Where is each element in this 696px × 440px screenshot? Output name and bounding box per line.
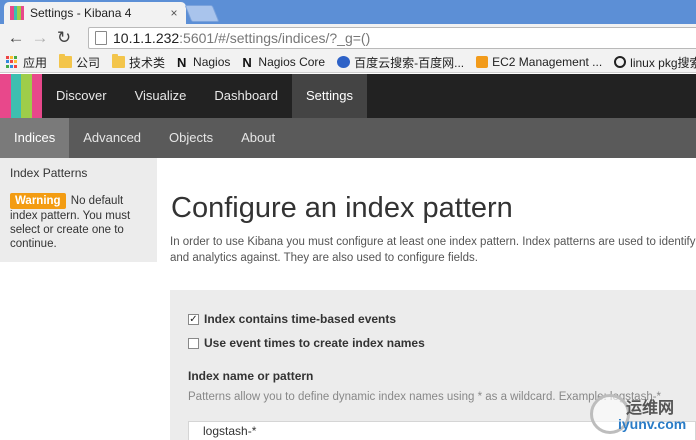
forward-button[interactable]: → xyxy=(28,26,52,50)
tab-advanced[interactable]: Advanced xyxy=(69,118,155,158)
nagios-icon: N xyxy=(177,54,187,70)
bookmarks-bar: 应用 公司 技术类 N Nagios N Nagios Core 百度云搜索-百… xyxy=(0,52,696,73)
folder-icon xyxy=(112,54,126,68)
tab-close-icon[interactable]: × xyxy=(168,6,180,20)
bookmark-nagios[interactable]: N Nagios xyxy=(177,55,230,70)
bookmark-ec2[interactable]: EC2 Management ... xyxy=(476,55,602,69)
reload-button[interactable]: ↻ xyxy=(52,26,76,50)
browser-tab-kibana[interactable]: Settings - Kibana 4 × xyxy=(4,2,186,24)
kibana-logo-icon[interactable] xyxy=(0,74,42,118)
search-icon xyxy=(614,56,627,68)
event-times-label: Use event times to create index names xyxy=(204,336,425,350)
browser-tab-title: Settings - Kibana 4 xyxy=(30,6,132,20)
event-times-checkbox-row[interactable]: Use event times to create index names xyxy=(188,332,678,354)
address-url[interactable]: 10.1.1.232:5601/#/settings/indices/?_g=(… xyxy=(113,30,370,46)
kibana-topnav: Discover Visualize Dashboard Settings xyxy=(0,74,696,118)
bookmark-apps[interactable]: 应用 xyxy=(6,54,47,71)
address-bar[interactable]: 10.1.1.232:5601/#/settings/indices/?_g=(… xyxy=(88,27,696,49)
event-times-checkbox[interactable] xyxy=(188,337,199,349)
tab-about[interactable]: About xyxy=(227,118,289,158)
nav-settings[interactable]: Settings xyxy=(291,74,367,118)
page-intro: In order to use Kibana you must configur… xyxy=(170,236,696,264)
sidebar-warning-message: Warning No default index pattern. You mu… xyxy=(10,193,147,251)
tab-indices[interactable]: Indices xyxy=(0,118,70,158)
watermark-line2: iyunv.com xyxy=(618,416,687,432)
bookmark-baidu[interactable]: 百度云搜索-百度网... xyxy=(337,54,464,71)
bookmark-tech[interactable]: 技术类 xyxy=(112,54,165,71)
nav-discover[interactable]: Discover xyxy=(42,74,121,118)
index-name-label: Index name or pattern xyxy=(188,369,314,383)
warning-badge: Warning xyxy=(10,193,66,209)
new-tab-button[interactable] xyxy=(184,5,220,22)
browser-tabstrip: Settings - Kibana 4 × xyxy=(0,0,696,24)
tab-objects[interactable]: Objects xyxy=(155,118,227,158)
kibana-favicon-icon xyxy=(10,6,24,20)
index-patterns-sidebar: Index Patterns Warning No default index … xyxy=(0,158,157,262)
back-button[interactable]: ← xyxy=(4,26,28,50)
bookmark-nagios-core[interactable]: N Nagios Core xyxy=(242,55,325,70)
time-based-label: Index contains time-based events xyxy=(204,312,397,326)
sidebar-title: Index Patterns xyxy=(10,166,88,180)
nav-visualize[interactable]: Visualize xyxy=(121,74,201,118)
settings-subnav: Indices Advanced Objects About xyxy=(0,118,696,158)
baidu-icon xyxy=(337,56,351,68)
page-info-icon[interactable] xyxy=(95,31,107,45)
nagios-icon: N xyxy=(242,54,252,70)
apps-grid-icon xyxy=(6,56,19,68)
bookmark-company[interactable]: 公司 xyxy=(59,54,100,71)
time-based-checkbox[interactable]: ✓ xyxy=(188,313,199,325)
site-watermark: 运维网 iyunv.com xyxy=(590,392,690,436)
time-based-checkbox-row[interactable]: ✓ Index contains time-based events xyxy=(188,308,678,330)
aws-icon xyxy=(476,56,489,68)
watermark-line1: 运维网 xyxy=(626,400,675,417)
bookmark-linux-pkg[interactable]: linux pkg搜索 xyxy=(614,54,696,71)
page-title: Configure an index pattern xyxy=(171,192,513,224)
browser-toolbar: ← → ↻ 10.1.1.232:5601/#/settings/indices… xyxy=(0,24,696,52)
folder-icon xyxy=(59,54,73,68)
nav-dashboard[interactable]: Dashboard xyxy=(200,74,292,118)
